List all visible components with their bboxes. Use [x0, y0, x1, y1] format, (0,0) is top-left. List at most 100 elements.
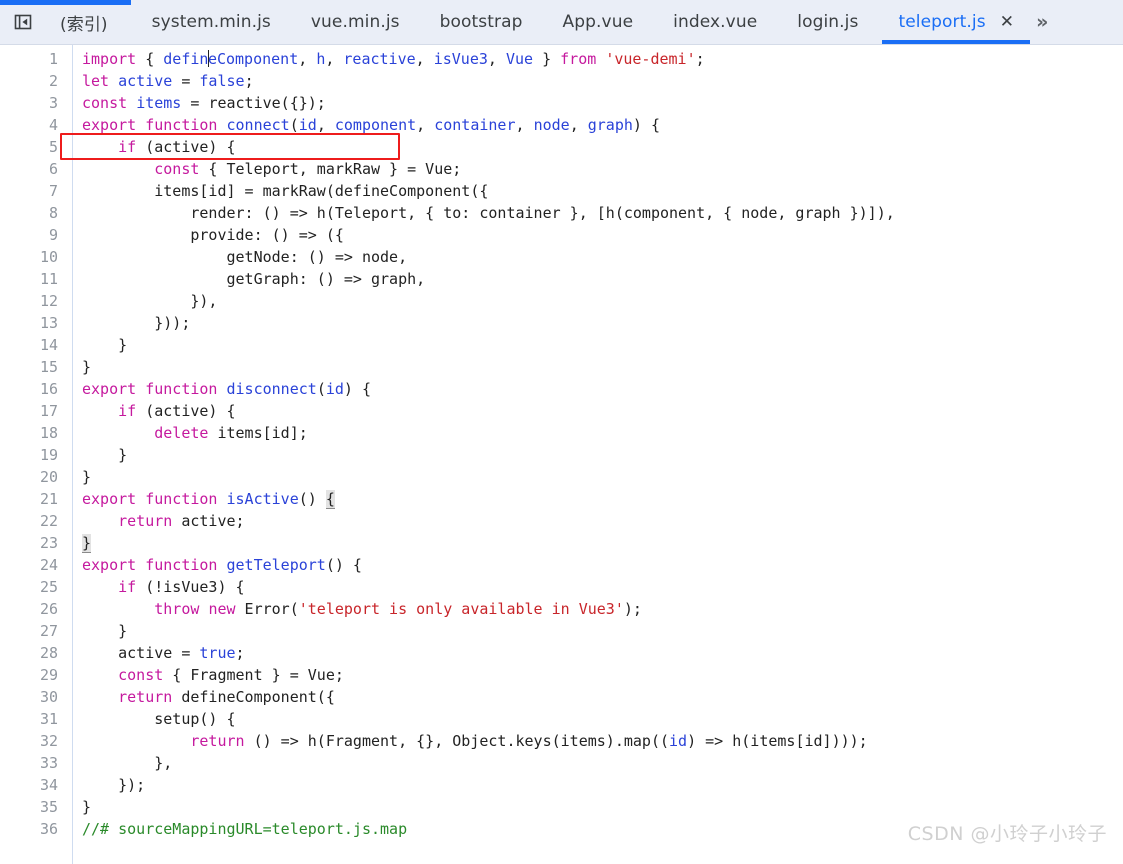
tab-system-min-js[interactable]: system.min.js: [132, 0, 291, 44]
line-number: 23: [39, 534, 58, 552]
line-number: 3: [48, 94, 58, 112]
code-line: 4 export function connect(id, component, …: [0, 114, 1123, 136]
line-number: 36: [39, 820, 58, 838]
code-line: 25 if (!isVue3) {: [0, 576, 1123, 598]
line-number: 34: [39, 776, 58, 794]
tab-label: (索引): [60, 14, 108, 35]
code-line: 20}: [0, 466, 1123, 488]
line-content: const { Teleport, markRaw } = Vue;: [154, 160, 462, 178]
code-line: 32 return () => h(Fragment, {}, Object.k…: [0, 730, 1123, 752]
line-content: let active = false;: [82, 72, 254, 90]
line-content: const { Fragment } = Vue;: [118, 666, 344, 684]
line-number: 29: [39, 666, 58, 684]
line-content: }: [82, 622, 128, 640]
code-line: 17 if (active) {: [0, 400, 1123, 422]
line-content: delete items[id];: [154, 424, 308, 442]
chevron-double-right-icon[interactable]: »: [1034, 0, 1056, 44]
code-line: 13 }));: [0, 312, 1123, 334]
line-number: 6: [48, 160, 58, 178]
line-content: }: [82, 358, 92, 376]
line-content: }: [82, 446, 128, 464]
tab-teleport-js[interactable]: teleport.js ✕: [878, 0, 1034, 44]
line-content: if (active) {: [118, 138, 236, 156]
code-line: 31 setup() {: [0, 708, 1123, 730]
line-content: active = true;: [82, 644, 245, 662]
code-line: 16 export function disconnect(id) {: [0, 378, 1123, 400]
line-number: 26: [39, 600, 58, 618]
line-number: 18: [39, 424, 58, 442]
tab-label: vue.min.js: [310, 12, 400, 32]
line-number: 16: [39, 380, 58, 398]
line-content: }),: [82, 292, 218, 310]
line-content: export function connect(id, component, c…: [82, 116, 660, 134]
line-content: const items = reactive({});: [82, 94, 326, 112]
line-number: 31: [39, 710, 58, 728]
line-number: 1: [48, 50, 58, 68]
line-number: 25: [39, 578, 58, 596]
code-line: 26 throw new Error('teleport is only ava…: [0, 598, 1123, 620]
line-number: 9: [48, 226, 58, 244]
line-number: 13: [39, 314, 58, 332]
line-content: export function getTeleport() {: [82, 556, 362, 574]
top-progress-strip: [0, 0, 131, 5]
code-line: 10 getNode: () => node,: [0, 246, 1123, 268]
line-number: 11: [39, 270, 58, 288]
tab-label: index.vue: [673, 12, 758, 32]
code-line: 7 items[id] = markRaw(defineComponent({: [0, 180, 1123, 202]
tab-vue-min-js[interactable]: vue.min.js: [291, 0, 420, 44]
line-content: }: [82, 336, 128, 354]
line-number: 32: [39, 732, 58, 750]
tab-app-vue[interactable]: App.vue: [543, 0, 654, 44]
tab-index-vue[interactable]: index.vue: [653, 0, 777, 44]
line-number: 21: [39, 490, 58, 508]
line-content: throw new Error('teleport is only availa…: [154, 600, 642, 618]
line-content: //# sourceMappingURL=teleport.js.map: [82, 820, 408, 838]
line-content: });: [82, 776, 146, 794]
line-content: export function disconnect(id) {: [82, 380, 371, 398]
line-number: 7: [48, 182, 58, 200]
tab-label: teleport.js: [898, 12, 986, 32]
code-line: 3 const items = reactive({});: [0, 92, 1123, 114]
close-icon[interactable]: ✕: [1000, 13, 1014, 31]
line-number: 12: [39, 292, 58, 310]
tab-index[interactable]: (索引): [46, 0, 132, 44]
code-line: 2 let active = false;: [0, 70, 1123, 92]
line-content: }: [82, 798, 92, 816]
code-line: 24 export function getTeleport() {: [0, 554, 1123, 576]
line-number: 17: [39, 402, 58, 420]
line-content: render: () => h(Teleport, { to: containe…: [82, 204, 895, 222]
code-line: 9 provide: () => ({: [0, 224, 1123, 246]
code-line: 35}: [0, 796, 1123, 818]
line-content: getNode: () => node,: [82, 248, 408, 266]
line-number: 27: [39, 622, 58, 640]
bracket-match-highlight: {: [325, 490, 335, 509]
line-content: }: [82, 468, 92, 486]
tab-bootstrap[interactable]: bootstrap: [420, 0, 543, 44]
line-number: 10: [39, 248, 58, 266]
line-content: return active;: [118, 512, 245, 530]
code-line: 27 }: [0, 620, 1123, 642]
code-editor[interactable]: 1 import { defineComponent, h, reactive, …: [0, 45, 1123, 864]
line-number: 15: [39, 358, 58, 376]
tab-label: system.min.js: [151, 12, 271, 32]
line-number: 24: [39, 556, 58, 574]
line-content: provide: () => ({: [82, 226, 344, 244]
code-line: 28 active = true;: [0, 642, 1123, 664]
code-line: 29 const { Fragment } = Vue;: [0, 664, 1123, 686]
editor-tab-bar: (索引) system.min.js vue.min.js bootstrap …: [0, 0, 1123, 45]
code-line: 22 return active;: [0, 510, 1123, 532]
line-content: return () => h(Fragment, {}, Object.keys…: [190, 732, 868, 750]
tab-label: bootstrap: [439, 12, 523, 32]
line-content: },: [82, 754, 173, 772]
line-number: 19: [39, 446, 58, 464]
line-content: }: [82, 532, 92, 554]
line-content: items[id] = markRaw(defineComponent({: [82, 182, 489, 200]
code-line: 30 return defineComponent({: [0, 686, 1123, 708]
tab-login-js[interactable]: login.js: [777, 0, 878, 44]
line-content: if (active) {: [118, 402, 236, 420]
code-line: 6 const { Teleport, markRaw } = Vue;: [0, 158, 1123, 180]
line-number: 20: [39, 468, 58, 486]
code-line: 5 if (active) {: [0, 136, 1123, 158]
line-number: 8: [48, 204, 58, 222]
collapse-sidebar-icon[interactable]: [0, 0, 46, 44]
